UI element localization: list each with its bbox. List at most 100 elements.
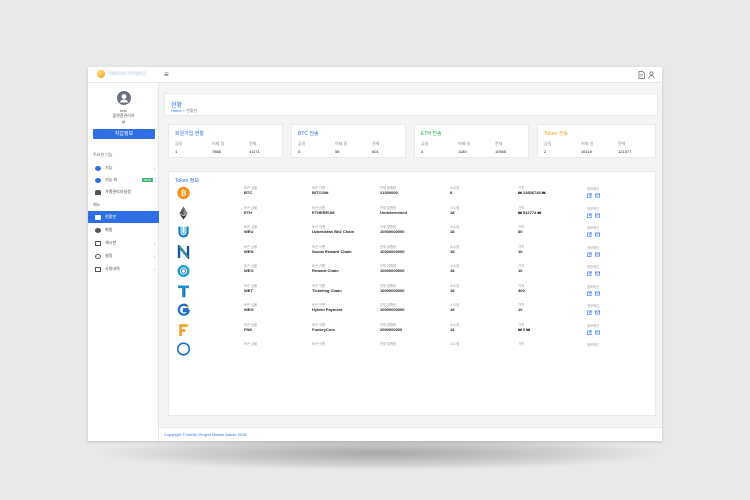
token-price-value: 10: [518, 307, 523, 312]
token-row: 토큰 심볼 토큰 이름 전체 발행량 소수점 가격 정보확인: [88, 341, 662, 361]
edit-icon[interactable]: [587, 193, 592, 198]
token-symbol-cell: 토큰 심볼 WEN: [244, 245, 257, 255]
token-icon: [177, 342, 190, 356]
mail-icon[interactable]: [595, 193, 600, 198]
token-name-value: Reward Chain: [312, 268, 339, 273]
token-decimals-cell: 소수점 18: [450, 245, 459, 255]
token-decimals-value: 18: [450, 248, 455, 254]
wallet-info-button[interactable]: 지갑정보: [93, 129, 155, 139]
token-price-header: 가격: [518, 244, 525, 249]
edit-icon[interactable]: [587, 271, 592, 276]
edit-icon[interactable]: [587, 251, 592, 257]
palette-icon: [95, 177, 101, 183]
stat-title: BTC 전송: [298, 131, 319, 137]
stat-header-today: 금일: [298, 141, 306, 146]
stat-header-today: 금일: [421, 141, 429, 146]
token-symbol-value: WEO: [244, 268, 254, 273]
mail-icon[interactable]: [595, 291, 600, 296]
stat-card-token: Token 전송 금일 어제 일 전체 2 16118 121977: [537, 124, 656, 158]
token-supply-cell: 전체 발행량: [380, 342, 396, 346]
token-symbol-value: WEG: [244, 307, 254, 312]
edit-icon[interactable]: [587, 212, 592, 218]
token-symbol-header: 토큰 심볼: [244, 322, 258, 327]
token-decimals-header: 소수점: [450, 244, 460, 249]
weg-icon: [177, 303, 190, 316]
token-supply-cell: 전체 발행량 10000000000: [380, 245, 404, 255]
token-price-cell: 가격: [518, 342, 524, 346]
token-row: 토큰 심볼 WEG 토큰 이름 Hybrid Payment 전체 발행량 1000000…: [88, 302, 662, 322]
stat-title: ETH 전송: [421, 131, 442, 137]
user-icon[interactable]: [648, 71, 655, 79]
stat-value-yesterday: 56: [335, 149, 340, 154]
stat-value-total: 601: [372, 149, 379, 154]
token-decimals-value: 18: [450, 229, 455, 234]
edit-icon[interactable]: [587, 290, 592, 296]
stat-value-today: 0: [298, 149, 301, 154]
mail-icon[interactable]: [595, 213, 600, 218]
token-name-cell: 토큰 이름 Uzbekistan Bit2 Chain: [312, 225, 354, 235]
stat-header-total: 전체: [372, 141, 380, 146]
token-price-cell: 가격 ₩ 512774 ₩: [518, 206, 541, 216]
mail-icon[interactable]: [595, 271, 600, 276]
stat-header-total: 전체: [249, 141, 257, 146]
token-detail-header: 정보확인: [587, 226, 600, 230]
token-price-header: 가격: [518, 342, 525, 346]
token-detail-header: 정보확인: [587, 245, 600, 250]
brand-logo[interactable]: NetSe Project: [97, 70, 146, 78]
edit-icon[interactable]: [587, 232, 592, 237]
token-supply-value: 10000000000: [380, 268, 405, 273]
token-detail-header: 정보확인: [587, 206, 600, 211]
token-price-cell: 가격 10: [518, 264, 524, 274]
mail-icon[interactable]: [595, 252, 600, 257]
token-price-cell: 가격 80: [518, 225, 524, 235]
token-symbol-header: 토큰 심볼: [244, 244, 258, 249]
token-decimals-header: 소수점: [450, 205, 460, 210]
breadcrumb-home[interactable]: Home: [171, 108, 182, 113]
token-supply-cell: 전체 발행량 10000000000: [380, 303, 404, 313]
mail-icon[interactable]: [595, 330, 600, 335]
token-name-value: Hybrid Payment: [312, 307, 343, 312]
breadcrumb: Home > 현황판: [171, 108, 197, 114]
fnk-icon: [179, 323, 189, 336]
token-symbol-cell: 토큰 심볼 WEG: [244, 303, 257, 313]
stat-header-yesterday: 어제 일: [458, 141, 471, 146]
token-row: 토큰 심볼 WEO 토큰 이름 Reward Chain 전체 발행량 100000000…: [88, 263, 662, 283]
stat-card-eth: ETH 전송 금일 어제 일 전체 4 1180 10565: [414, 124, 529, 158]
edit-icon[interactable]: [587, 329, 592, 335]
token-symbol-cell: 토큰 심볼 WET: [244, 284, 257, 294]
token-row: 토큰 심볼 ETH 토큰 이름 ETHEREUM 전체 발행량 Undetermined 소…: [88, 205, 662, 225]
menu-toggle-icon[interactable]: ≡: [164, 71, 169, 79]
document-icon[interactable]: [638, 71, 645, 79]
token-supply-cell: 전체 발행량 10000000000: [380, 284, 404, 294]
token-detail-header: 정보확인: [587, 304, 600, 308]
token-symbol-header: 토큰 심볼: [244, 205, 258, 210]
token-symbol-value: BTC: [244, 190, 253, 195]
page-header: 현황 Home > 현황판: [164, 93, 658, 116]
top-bar: NetSe Project ≡: [88, 67, 662, 83]
bitcoin-icon: ₿: [177, 186, 190, 200]
stat-header-today: 금일: [544, 141, 552, 146]
breadcrumb-separator: >: [182, 108, 186, 113]
token-price-value: ₩ 512774 ₩: [518, 209, 542, 215]
stat-value-yesterday: 7866: [212, 149, 221, 154]
edit-icon[interactable]: [587, 310, 592, 315]
token-decimals-header: 소수점: [450, 342, 460, 346]
token-decimals-cell: 소수점: [450, 342, 459, 346]
mail-icon[interactable]: [595, 310, 600, 315]
wen-icon: [177, 244, 190, 259]
token-symbol-value: WEN: [244, 248, 254, 254]
token-decimals-cell: 소수점 18: [450, 323, 459, 333]
stat-header-yesterday: 어제 일: [335, 141, 348, 146]
stat-header-total: 전체: [495, 141, 503, 146]
token-supply-cell: 전체 발행량 10000000000: [380, 264, 404, 274]
window-shadow: [102, 436, 658, 470]
token-supply-value: 2000000000: [380, 326, 403, 332]
token-price-cell: 가격 ₩ 0 ₩: [518, 323, 530, 333]
token-price-header: 가격: [518, 283, 525, 288]
mail-icon[interactable]: [595, 232, 600, 237]
token-decimals-header: 소수점: [450, 283, 460, 288]
token-symbol-value: WET: [244, 287, 253, 293]
token-detail-header: 정보확인: [587, 187, 600, 191]
new-badge: NEW: [142, 178, 153, 182]
sidebar-item-feature[interactable]: 기능 ›: [88, 162, 159, 174]
